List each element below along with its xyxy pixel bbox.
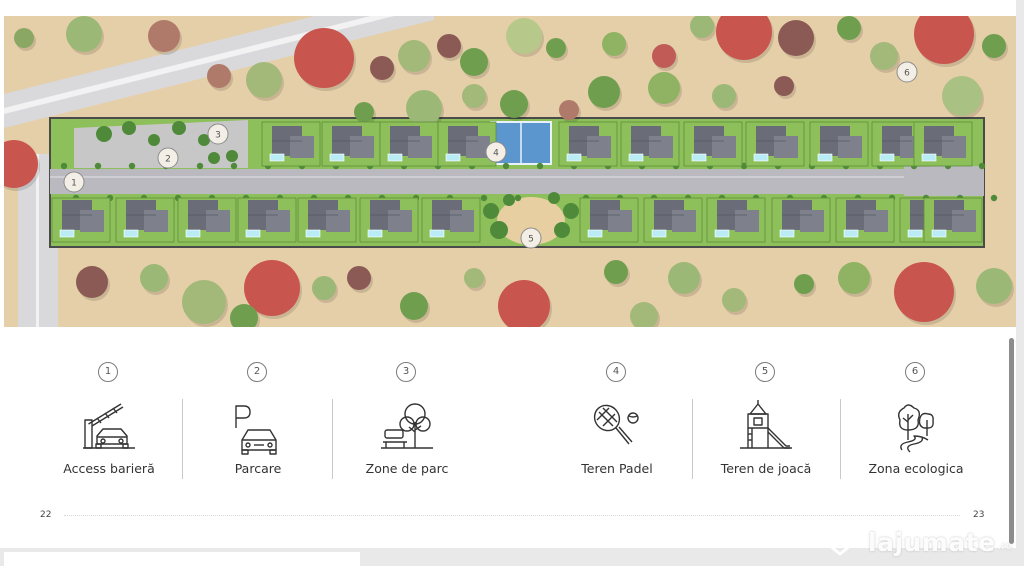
- map-marker-number: 1: [71, 179, 77, 189]
- feature-label: Teren de joacă: [720, 461, 812, 476]
- map-marker: 4: [485, 141, 507, 163]
- main-street: [50, 169, 984, 194]
- feature-label: Zone de parc: [365, 461, 449, 476]
- map-marker-number: 2: [165, 155, 171, 165]
- feature-number: 4: [606, 362, 626, 382]
- feature-playground: 5 Teren de joacă: [691, 362, 841, 482]
- scrollbar-thumb[interactable]: [1009, 338, 1014, 544]
- hands-logo-icon: [818, 528, 862, 556]
- feature-label: Zona ecologica: [868, 461, 964, 476]
- map-marker-number: 5: [528, 235, 534, 245]
- feature-parking: 2 Parcare: [183, 362, 333, 482]
- watermark-brand: lajumate: [868, 527, 996, 557]
- map-marker: 2: [157, 147, 179, 169]
- amenities-legend: 1 Access barieră 2 Parcare 3 Zone de par…: [0, 327, 1016, 548]
- site-plan-drawing: 1 2 3 4 5 6: [4, 16, 1016, 327]
- top-margin: [0, 0, 1016, 16]
- feature-label: Teren Padel: [581, 461, 653, 476]
- feature-label: Parcare: [234, 461, 282, 476]
- playground-slide-icon: [740, 400, 792, 449]
- map-marker: 6: [896, 61, 918, 83]
- brochure-page: 123456 1 Access barieră 2 Parcare 3 Zone…: [0, 0, 1016, 548]
- next-page-edge: [4, 552, 360, 566]
- map-marker: 1: [63, 171, 85, 193]
- feature-eco-zone: 6 Zona ecologica: [841, 362, 991, 482]
- map-marker-number: 4: [493, 149, 499, 159]
- site-plan-map: 1 2 3 4 5 6: [4, 16, 1016, 327]
- feature-number: 2: [247, 362, 267, 382]
- scrollbar-track[interactable]: [1016, 0, 1024, 566]
- map-marker-number: 3: [215, 131, 221, 141]
- feature-access-barrier: 1 Access barieră: [34, 362, 184, 482]
- map-marker: 3: [207, 123, 229, 145]
- park-bench-tree-icon: [381, 403, 433, 449]
- feature-number: 3: [396, 362, 416, 382]
- feature-park-zones: 3 Zone de parc: [332, 362, 482, 482]
- page-number-right: 23: [973, 510, 985, 520]
- map-marker: 5: [520, 227, 542, 249]
- padel-racket-icon: [593, 404, 639, 445]
- feature-number: 5: [755, 362, 775, 382]
- map-marker-number: 6: [904, 69, 910, 79]
- footer-dotted-line: [64, 515, 960, 516]
- feature-number: 6: [905, 362, 925, 382]
- feature-number: 1: [98, 362, 118, 382]
- watermark: lajumate .ro: [818, 526, 1012, 558]
- watermark-tld: .ro: [997, 540, 1013, 552]
- feature-padel: 4 Teren Padel: [542, 362, 692, 482]
- feature-label: Access barieră: [63, 461, 155, 476]
- parking-car-icon: [235, 405, 277, 455]
- eco-trees-path-icon: [897, 404, 934, 453]
- barrier-gate-icon: [83, 403, 135, 449]
- page-number-left: 22: [40, 510, 52, 520]
